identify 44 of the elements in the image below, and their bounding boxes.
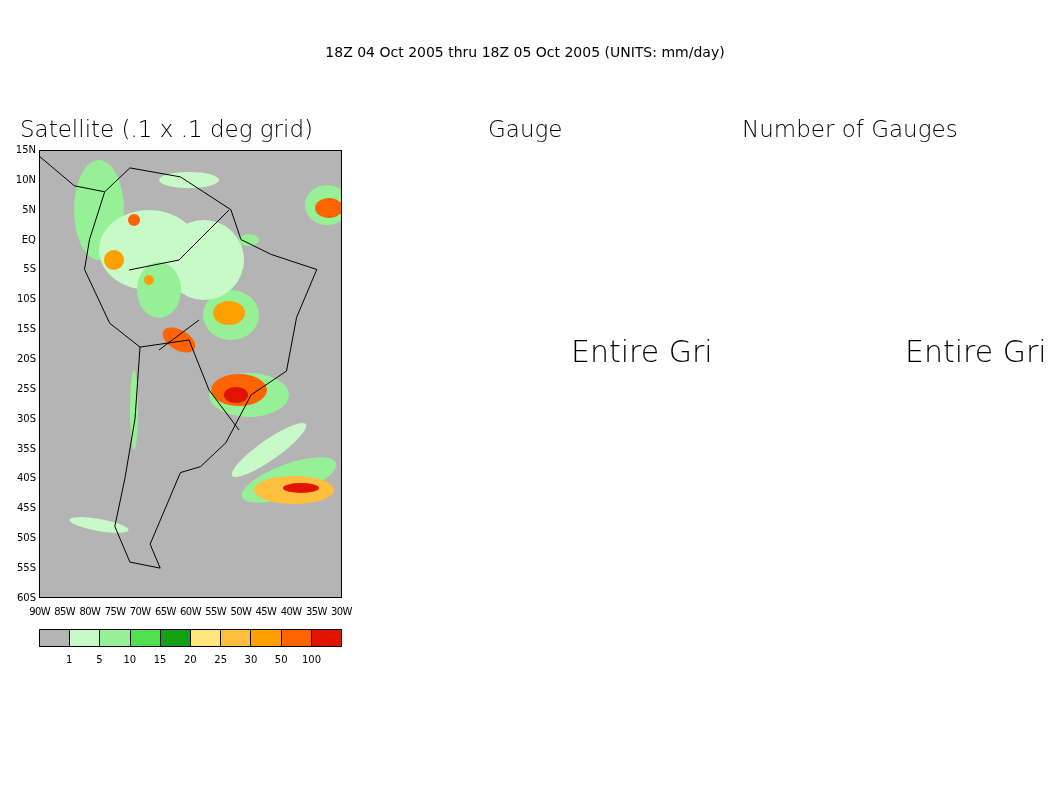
latitude-label: 20S	[15, 353, 37, 365]
panel-message: Entire Gri	[905, 333, 1047, 371]
panel-heading: Satellite (.1 x .1 deg grid)	[20, 116, 313, 143]
latitude-label: 15N	[14, 144, 37, 156]
longitude-label: 85W	[53, 605, 77, 617]
panel-heading: Number of Gauges	[742, 116, 958, 143]
legend-label: 30	[244, 654, 258, 665]
legend-label: 50	[274, 654, 288, 665]
longitude-label: 60W	[179, 605, 203, 617]
longitude-label: 45W	[254, 605, 278, 617]
latitude-label: 35S	[15, 442, 37, 455]
legend-label: 20	[183, 654, 197, 665]
longitude-label: 50W	[229, 605, 253, 617]
latitude-label: 55S	[15, 562, 37, 575]
legend-label: 100	[301, 654, 322, 665]
legend-label: 10	[123, 654, 137, 665]
longitude-label: 80W	[78, 605, 102, 617]
latitude-label: EQ	[20, 233, 37, 246]
latitude-label: 50S	[15, 532, 37, 545]
legend-label: 25	[214, 654, 227, 665]
latitude-label: 5S	[22, 263, 37, 276]
latitude-label: 5N	[21, 203, 37, 216]
longitude-label: 40W	[279, 605, 303, 617]
latitude-label: 10N	[14, 173, 37, 186]
longitude-label: 65W	[153, 605, 177, 617]
panel-heading: Gauge	[488, 116, 563, 143]
longitude-label: 70W	[128, 605, 152, 617]
latitude-label: 60S	[15, 591, 37, 604]
latitude-label: 40S	[15, 472, 37, 485]
longitude-label: 90W	[28, 605, 52, 617]
plot-title: 18Z 04 Oct 2005 thru 18Z 05 Oct 2005 (UNITS: mm/day)	[324, 43, 726, 62]
latitude-label: 25S	[15, 382, 37, 395]
latitude-label: 45S	[15, 502, 37, 515]
legend-label: 5	[96, 654, 103, 665]
latitude-label: 15S	[15, 323, 37, 336]
latitude-label: 10S	[15, 293, 37, 306]
legend-label: 1	[65, 654, 73, 665]
longitude-label: 30W	[330, 605, 353, 617]
panel-message: Entire Gri	[571, 333, 713, 371]
latitude-label: 30S	[15, 412, 37, 425]
longitude-label: 75W	[103, 605, 127, 617]
legend-label: 15	[153, 654, 167, 665]
longitude-label: 55W	[204, 605, 228, 617]
longitude-label: 35W	[304, 605, 328, 617]
